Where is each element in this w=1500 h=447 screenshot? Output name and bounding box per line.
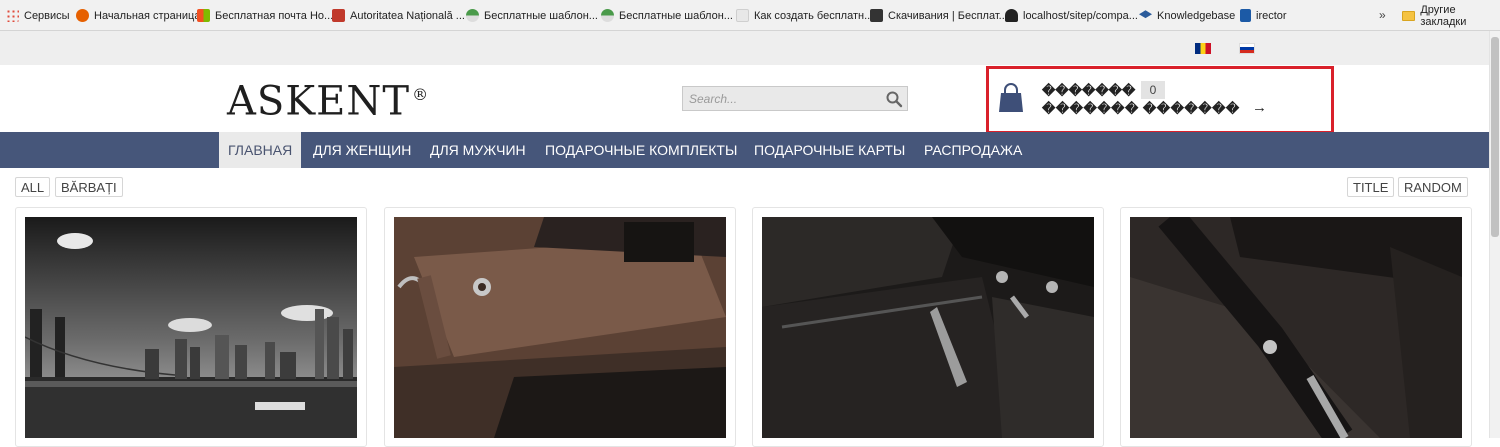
nav-item-men[interactable]: ДЛЯ МУЖЧИН <box>430 132 526 168</box>
bookmark-apps[interactable]: Сервисы <box>6 0 70 31</box>
anc-icon <box>332 9 345 22</box>
romanian-flag-icon[interactable] <box>1195 43 1211 54</box>
bookmark-label: Knowledgebase <box>1157 9 1236 22</box>
e-icon <box>1240 9 1251 22</box>
bookmark-label: Бесплатные шаблон... <box>619 9 733 22</box>
other-bookmarks-label: Другие закладки <box>1420 3 1467 28</box>
page-icon <box>736 9 749 22</box>
bookmark-item[interactable]: Начальная страница <box>76 0 200 31</box>
language-bar <box>0 31 1489 65</box>
search-icon[interactable] <box>885 90 903 108</box>
scrollbar-thumb[interactable] <box>1491 37 1499 237</box>
filter-all-button[interactable]: ALL <box>15 177 51 197</box>
bookmark-label: Как создать бесплатн... <box>754 9 874 22</box>
cart-count-badge: 0 <box>1141 81 1165 99</box>
bookmark-label: Autoritatea Națională ... <box>350 9 465 22</box>
bookmark-item[interactable]: Бесплатные шаблон... <box>601 0 733 31</box>
search-box <box>682 86 908 111</box>
nav-item-gift-cards[interactable]: ПОДАРОЧНЫЕ КАРТЫ <box>754 132 905 168</box>
template-site-icon <box>466 9 479 22</box>
bookmark-label: Начальная страница <box>94 9 201 22</box>
graduation-cap-icon <box>1139 10 1152 19</box>
sort-title-button[interactable]: TITLE <box>1347 177 1395 197</box>
firefox-icon <box>76 9 89 22</box>
bookmark-item[interactable]: Скачивания | Бесплат... <box>870 0 1008 31</box>
nav-item-sale[interactable]: РАСПРОДАЖА <box>924 132 1022 168</box>
bookmark-item[interactable]: Бесплатная почта Ho... <box>197 0 333 31</box>
joomla-icon <box>870 9 883 22</box>
product-image-leather-strap[interactable] <box>1130 217 1462 438</box>
bookmark-label: Бесплатная почта Ho... <box>215 9 334 22</box>
filter-barbati-button[interactable]: BĂRBAȚI <box>55 177 123 197</box>
template-site-icon <box>601 9 614 22</box>
bookmark-label: localhost/sitep/compa... <box>1023 9 1138 22</box>
other-bookmarks-folder[interactable]: Другие закладки <box>1402 0 1500 31</box>
folder-icon <box>1402 10 1416 21</box>
cart-title[interactable]: ������� <box>1042 83 1135 99</box>
product-image-brown-bag[interactable] <box>394 217 726 438</box>
bookmark-item[interactable]: localhost/sitep/compa... <box>1005 0 1138 31</box>
bookmark-item[interactable]: Как создать бесплатн... <box>736 0 873 31</box>
product-image-black-bag[interactable] <box>762 217 1094 438</box>
cart-checkout-link[interactable]: ������� ������� <box>1042 101 1240 117</box>
bookmark-label: Сервисы <box>24 9 70 22</box>
product-image-city-bridge[interactable] <box>25 217 357 438</box>
nav-item-home[interactable]: ГЛАВНАЯ <box>219 132 302 168</box>
bookmark-item[interactable]: Autoritatea Națională ... <box>332 0 465 31</box>
bookmark-item[interactable]: Бесплатные шаблон... <box>466 0 598 31</box>
logo-text: ASKENT <box>227 78 411 125</box>
registered-mark: ® <box>412 85 430 104</box>
shopping-bag-icon[interactable] <box>998 83 1024 113</box>
page-scrollbar[interactable] <box>1489 31 1500 438</box>
bookmark-label: irector <box>1256 9 1287 22</box>
cart-highlight-box <box>986 66 1334 134</box>
nav-item-gift-sets[interactable]: ПОДАРОЧНЫЕ КОМПЛЕКТЫ <box>545 132 737 168</box>
bookmarks-bar: Сервисы Начальная страница Бесплатная по… <box>0 0 1500 31</box>
arrow-right-icon[interactable]: → <box>1252 99 1267 116</box>
search-input[interactable] <box>683 87 873 110</box>
bookmark-item[interactable]: Knowledgebase <box>1139 0 1235 31</box>
bookmark-label: Скачивания | Бесплат... <box>888 9 1008 22</box>
bookmarks-overflow-chevron[interactable]: » <box>1379 8 1386 22</box>
bookmark-label: Бесплатные шаблон... <box>484 9 598 22</box>
nav-item-women[interactable]: ДЛЯ ЖЕНЩИН <box>313 132 411 168</box>
sort-random-button[interactable]: RANDOM <box>1398 177 1468 197</box>
bookmark-item[interactable]: irector <box>1240 0 1287 31</box>
apps-grid-icon <box>6 9 19 22</box>
site-logo[interactable]: ASKENT ® <box>227 70 429 126</box>
windows-icon <box>197 9 210 22</box>
spy-icon <box>1005 9 1018 22</box>
russian-flag-icon[interactable] <box>1239 43 1255 54</box>
